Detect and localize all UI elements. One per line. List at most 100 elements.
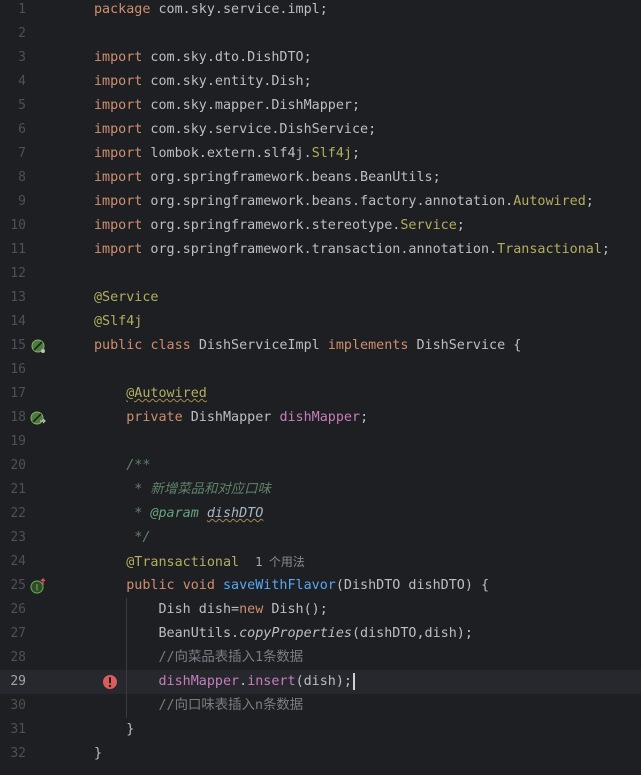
code-line-14[interactable]: @Slf4j <box>0 310 641 334</box>
code-line-3[interactable]: import com.sky.dto.DishDTO; <box>0 46 641 70</box>
doc-param: dishDTO <box>206 506 264 521</box>
usage-label: 个用法 <box>268 555 305 569</box>
code-text: . <box>239 674 248 689</box>
code-line-26[interactable]: Dish dish=new Dish(); <box>0 598 641 622</box>
annotation: @Transactional <box>126 555 240 570</box>
code-line-1[interactable]: package com.sky.service.impl; <box>0 0 641 22</box>
keyword: import <box>94 50 143 65</box>
code-line-13[interactable]: @Service <box>0 286 641 310</box>
text-cursor <box>353 672 355 690</box>
keyword: import <box>94 170 143 185</box>
code-line-8[interactable]: import org.springframework.beans.BeanUti… <box>0 166 641 190</box>
code-text: (DishDTO dishDTO) { <box>335 578 490 593</box>
code-text: } <box>94 746 103 761</box>
code-line-30[interactable]: //向口味表插入n条数据 <box>0 694 641 718</box>
code-text: ; <box>352 146 361 161</box>
code-line-25[interactable]: public void saveWithFlavor(DishDTO dishD… <box>0 574 641 598</box>
type-name: DishMapper <box>190 410 272 425</box>
code-line-15[interactable]: public class DishServiceImpl implements … <box>0 334 641 358</box>
code-line-24[interactable]: @Transactional 1 个用法 <box>0 550 641 574</box>
usage-count: 1 <box>255 555 263 569</box>
keyword: private <box>126 410 183 425</box>
code-line-31[interactable]: } <box>0 718 641 742</box>
code-line-18[interactable]: private DishMapper dishMapper; <box>0 406 641 430</box>
code-text: org.springframework.beans.factory.annota… <box>142 194 514 209</box>
code-text: ; <box>456 218 465 233</box>
annotation-class: Slf4j <box>311 146 352 161</box>
keyword: void <box>182 578 215 593</box>
line-number: 12 <box>10 266 26 281</box>
line-number: 19 <box>10 434 26 449</box>
code-line-7[interactable]: import lombok.extern.slf4j.Slf4j; <box>0 142 641 166</box>
code-text: org.springframework.transaction.annotati… <box>142 242 498 257</box>
doc-tag: @param <box>150 506 199 521</box>
annotation-class: Autowired <box>513 194 586 209</box>
keyword: public <box>94 338 143 353</box>
code-line-29[interactable]: dishMapper.insert(dish); <box>0 670 641 694</box>
code-line-22[interactable]: * @param dishDTO <box>0 502 641 526</box>
annotation-class: Transactional <box>497 242 602 257</box>
code-text: org.springframework.stereotype. <box>142 218 401 233</box>
code-text: DishService { <box>416 338 522 353</box>
keyword: import <box>94 242 143 257</box>
line-comment: //向菜品表插入1条数据 <box>158 650 304 665</box>
doc-comment: * <box>126 506 151 521</box>
usage-hint[interactable]: 1 个用法 <box>255 555 305 569</box>
static-method-call: copyProperties <box>239 626 352 641</box>
code-text: com.sky.dto.DishDTO; <box>142 50 312 65</box>
code-text: (dish); <box>295 674 352 689</box>
keyword: import <box>94 74 143 89</box>
code-text: Dish dish= <box>158 602 240 617</box>
code-text: Dish(); <box>263 602 328 617</box>
keyword: implements <box>327 338 409 353</box>
keyword: public <box>126 578 175 593</box>
code-text: (dishDTO,dish); <box>352 626 473 641</box>
method-name: saveWithFlavor <box>223 578 336 593</box>
code-text: lombok.extern.slf4j. <box>142 146 312 161</box>
field-name: dishMapper <box>279 410 361 425</box>
code-text: ; <box>360 410 369 425</box>
code-line-9[interactable]: import org.springframework.beans.factory… <box>0 190 641 214</box>
doc-comment: */ <box>126 530 151 545</box>
keyword: class <box>150 338 191 353</box>
code-line-28[interactable]: //向菜品表插入1条数据 <box>0 646 641 670</box>
code-line-21[interactable]: * 新增菜品和对应口味 <box>0 478 641 502</box>
keyword: import <box>94 194 143 209</box>
doc-comment: * 新增菜品和对应口味 <box>126 482 271 497</box>
line-comment: //向口味表插入n条数据 <box>158 698 304 713</box>
code-text: ; <box>585 194 594 209</box>
code-text: com.sky.service.impl; <box>150 2 328 17</box>
code-line-11[interactable]: import org.springframework.transaction.a… <box>0 238 641 262</box>
code-text: com.sky.entity.Dish; <box>142 74 312 89</box>
code-text: com.sky.service.DishService; <box>142 122 377 137</box>
keyword: import <box>94 98 143 113</box>
code-line-17[interactable]: @Autowired <box>0 382 641 406</box>
keyword: import <box>94 218 143 233</box>
keyword: new <box>239 602 264 617</box>
code-line-5[interactable]: import com.sky.mapper.DishMapper; <box>0 94 641 118</box>
code-line-20[interactable]: /** <box>0 454 641 478</box>
keyword: package <box>94 2 151 17</box>
line-number: 16 <box>10 362 26 377</box>
keyword: import <box>94 146 143 161</box>
code-line-23[interactable]: */ <box>0 526 641 550</box>
code-text: ; <box>601 242 610 257</box>
line-number: 2 <box>18 26 26 41</box>
code-text: org.springframework.beans.BeanUtils; <box>142 170 441 185</box>
code-editor[interactable]: I 1 2 3 4 5 6 7 8 9 10 11 12 13 14 15 16… <box>0 0 641 775</box>
annotation: @Slf4j <box>94 314 143 329</box>
code-line-4[interactable]: import com.sky.entity.Dish; <box>0 70 641 94</box>
annotation-class: Service <box>400 218 457 233</box>
code-line-6[interactable]: import com.sky.service.DishService; <box>0 118 641 142</box>
code-text: } <box>126 722 135 737</box>
code-line-27[interactable]: BeanUtils.copyProperties(dishDTO,dish); <box>0 622 641 646</box>
method-call: insert <box>247 674 296 689</box>
code-line-10[interactable]: import org.springframework.stereotype.Se… <box>0 214 641 238</box>
code-text: com.sky.mapper.DishMapper; <box>142 98 361 113</box>
keyword: import <box>94 122 143 137</box>
code-line-32[interactable]: } <box>0 742 641 766</box>
annotation-warning: @Autowired <box>126 386 207 401</box>
field-name: dishMapper <box>158 674 240 689</box>
code-text: BeanUtils. <box>158 626 240 641</box>
doc-comment: /** <box>126 458 151 473</box>
